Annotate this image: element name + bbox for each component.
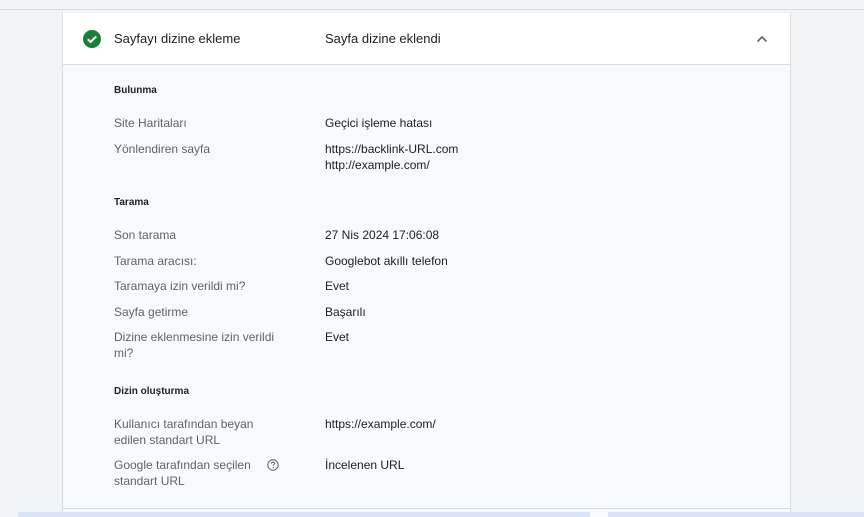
scroll-track-right: [608, 512, 864, 517]
top-strip: [0, 0, 864, 10]
check-circle-icon: [83, 30, 101, 48]
indexing-allowed-label-line1: Dizine eklenmesine izin verildi: [114, 330, 275, 344]
row-label-user-canonical: Kullanıcı tarafından beyan edilen standa…: [114, 416, 284, 448]
referring-url-2: http://example.com/: [325, 158, 430, 172]
card-header[interactable]: Sayfayı dizine ekleme Sayfa dizine eklen…: [63, 13, 790, 65]
row-label-google-canonical: Google tarafından seçilen standart URL: [114, 457, 284, 489]
header-value: Sayfa dizine eklendi: [325, 31, 441, 46]
row-value-google-canonical: İncelenen URL: [325, 458, 405, 472]
row-label-referring-page: Yönlendiren sayfa: [114, 142, 211, 156]
google-canonical-label-line2: standart URL: [114, 474, 185, 488]
indexing-allowed-label-line2: mi?: [114, 346, 134, 360]
row-value-indexing-allowed: Evet: [325, 330, 350, 344]
section-title-discovery: Bulunma: [114, 85, 157, 96]
row-value-crawl-allowed: Evet: [325, 279, 350, 293]
header-label: Sayfayı dizine ekleme: [114, 31, 241, 46]
row-value-user-canonical: https://example.com/: [325, 417, 436, 431]
referring-url-1: https://backlink-URL.com: [325, 142, 459, 156]
row-value-crawled-as: Googlebot akıllı telefon: [325, 254, 448, 268]
row-label-page-fetch: Sayfa getirme: [114, 305, 189, 319]
section-title-crawl: Tarama: [114, 197, 149, 208]
row-value-referring-page: https://backlink-URL.com http://example.…: [325, 141, 725, 173]
section-title-indexing: Dizin oluşturma: [114, 386, 190, 397]
bottom-divider: [63, 508, 790, 509]
row-value-sitemaps: Geçici işleme hatası: [325, 116, 433, 130]
chevron-up-icon[interactable]: [755, 32, 769, 46]
user-canonical-label-line1: Kullanıcı tarafından beyan: [114, 417, 254, 431]
row-label-sitemaps: Site Haritaları: [114, 116, 187, 130]
row-value-last-crawl: 27 Nis 2024 17:06:08: [325, 228, 440, 242]
row-label-indexing-allowed: Dizine eklenmesine izin verildi mi?: [114, 329, 284, 361]
row-label-crawl-allowed: Taramaya izin verildi mi?: [114, 279, 246, 293]
page-indexing-card: Sayfayı dizine ekleme Sayfa dizine eklen…: [62, 13, 791, 517]
google-canonical-label-line1: Google tarafından seçilen: [114, 458, 251, 472]
scroll-track-left: [18, 512, 590, 517]
user-canonical-label-line2: edilen standart URL: [114, 433, 221, 447]
row-label-last-crawl: Son tarama: [114, 228, 177, 242]
row-value-page-fetch: Başarılı: [325, 305, 366, 319]
help-circle-icon[interactable]: [267, 459, 279, 471]
row-label-crawled-as: Tarama aracısı:: [114, 254, 197, 268]
